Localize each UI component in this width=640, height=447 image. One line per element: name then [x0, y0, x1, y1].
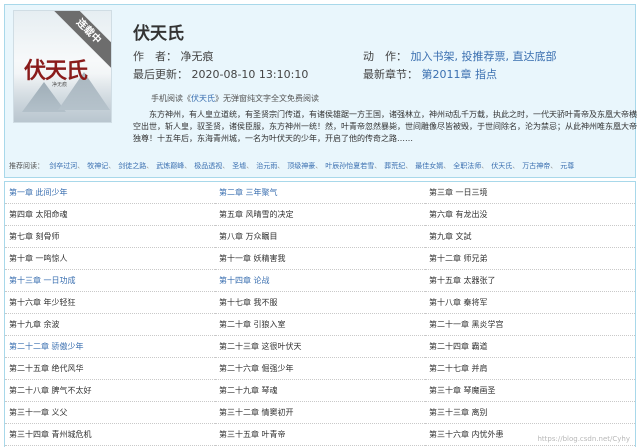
read-prefix: 手机阅读《	[151, 94, 191, 103]
recommend-separator: 、	[108, 162, 116, 170]
chapter-link[interactable]: 第六章 有龙出没	[425, 204, 635, 226]
recommend-link[interactable]: 剑徒之路	[118, 162, 146, 170]
read-title-link[interactable]: 伏天氏	[191, 94, 215, 103]
read-suffix: 无弹窗纯文字全文免费阅读	[223, 94, 319, 103]
chapter-link[interactable]: 第十九章 余波	[5, 314, 215, 336]
recommend-separator: 、	[184, 162, 192, 170]
chapter-link[interactable]: 第十七章 我不服	[215, 292, 425, 314]
recommend-separator: 、	[222, 162, 230, 170]
chapter-link[interactable]: 第三十三章 离别	[425, 402, 635, 424]
recommend-label: 推荐阅读：	[9, 162, 44, 170]
recommend-separator: 、	[481, 162, 489, 170]
chapter-list-panel: 第一章 此间少年 第二章 三年聚气 第三章 一日三境第四章 太阳命魂 第五章 风晴雪的…	[4, 181, 636, 447]
recommend-separator: 、	[443, 162, 451, 170]
recommend-link[interactable]: 牧神记	[87, 162, 108, 170]
chapter-link[interactable]: 第十二章 师兄弟	[425, 248, 635, 270]
recommend-link[interactable]: 伏天氏	[491, 162, 512, 170]
book-cover-image[interactable]: 伏天氏 净无痕 连载中	[13, 10, 112, 123]
recommend-link[interactable]: 叶辰孙怡夏若雪	[325, 162, 374, 170]
book-title: 伏天氏	[133, 24, 184, 44]
author-label: 作 者：	[133, 50, 177, 63]
book-intro: 东方神州，有人皇立道统，有圣贤宗门传道，有诸侯雄踞一方王国，诸强林立，神州动乱千…	[133, 110, 637, 143]
recommend-link[interactable]: 治元雨	[256, 162, 277, 170]
chapter-link[interactable]: 第二十九章 琴魂	[215, 380, 425, 402]
latest-label: 最新章节：	[363, 68, 418, 81]
recommend-separator: 、	[277, 162, 285, 170]
recommend-link[interactable]: 葬荒纪	[384, 162, 405, 170]
chapter-link[interactable]: 第三章 一日三境	[425, 182, 635, 204]
recommend-separator: 、	[374, 162, 382, 170]
action-label: 动 作：	[363, 50, 407, 63]
chapter-link[interactable]: 第二十四章 霸道	[425, 336, 635, 358]
recommend-link[interactable]: 最佳女婿	[415, 162, 443, 170]
recommend-link[interactable]: 全职法师	[453, 162, 481, 170]
recommend-separator: 、	[512, 162, 520, 170]
chapter-link[interactable]: 第十一章 妖精害我	[215, 248, 425, 270]
chapter-link[interactable]: 第三十二章 情窦初开	[215, 402, 425, 424]
chapter-link[interactable]: 第三十四章 青州城危机	[5, 424, 215, 446]
recommend-link[interactable]: 极品透视	[194, 162, 222, 170]
mobile-read-line: 手机阅读《伏天氏》无弹窗纯文字全文免费阅读	[151, 93, 319, 104]
chapter-link[interactable]: 第一章 此间少年	[5, 182, 215, 204]
chapter-link[interactable]: 第十章 一鸣惊人	[5, 248, 215, 270]
chapter-link[interactable]: 第五章 风晴雪的决定	[215, 204, 425, 226]
update-time: 2020-08-10 13:10:10	[191, 68, 309, 81]
recommend-separator: 、	[77, 162, 85, 170]
chapter-link[interactable]: 第二十章 引狼入室	[215, 314, 425, 336]
latest-chapter-row: 最新章节： 第2011章 指点	[363, 66, 497, 82]
recommend-separator: 、	[315, 162, 323, 170]
recommend-separator: 、	[246, 162, 254, 170]
author-name: 净无痕	[180, 50, 214, 63]
latest-chapter-link[interactable]: 第2011章 指点	[422, 68, 498, 81]
chapter-link[interactable]: 第三十五章 叶青帝	[215, 424, 425, 446]
watermark: https://blog.csdn.net/Cyhy	[537, 435, 631, 443]
chapter-link[interactable]: 第二十六章 倔强少年	[215, 358, 425, 380]
recommend-separator: 、	[550, 162, 558, 170]
recommend-separator: 、	[405, 162, 413, 170]
chapter-link[interactable]: 第十四章 论战	[215, 270, 425, 292]
recommend-link[interactable]: 圣墟	[232, 162, 246, 170]
recommend-link[interactable]: 顶级神豪	[287, 162, 315, 170]
chapter-link[interactable]: 第四章 太阳命魂	[5, 204, 215, 226]
read-close-quote: 》	[215, 94, 223, 103]
chapter-link[interactable]: 第二十八章 脾气不太好	[5, 380, 215, 402]
recommend-row: 推荐阅读： 剑卒过河、 牧神记、 剑徒之路、 武炼巅峰、 极品透视、 圣墟、 治元雨、 顶级神…	[9, 161, 633, 171]
chapter-link[interactable]: 第二十五章 绝代风华	[5, 358, 215, 380]
chapter-link[interactable]: 第十六章 年少轻狂	[5, 292, 215, 314]
recommend-separator: 、	[146, 162, 154, 170]
chapter-link[interactable]: 第十三章 一日功成	[5, 270, 215, 292]
last-update-row: 最后更新： 2020-08-10 13:10:10	[133, 66, 308, 82]
chapter-link[interactable]: 第二章 三年聚气	[215, 182, 425, 204]
chapter-link[interactable]: 第九章 文試	[425, 226, 635, 248]
cover-author: 净无痕	[52, 82, 68, 88]
go-to-bottom-link[interactable]: 直达底部	[513, 50, 557, 63]
chapter-link[interactable]: 第三十章 琴魔画圣	[425, 380, 635, 402]
chapter-link[interactable]: 第十五章 太器张了	[425, 270, 635, 292]
author-row: 作 者： 净无痕	[133, 48, 214, 64]
recommend-link[interactable]: 万古神帝	[522, 162, 550, 170]
action-row: 动 作： 加入书架, 投推荐票, 直达底部	[363, 50, 557, 63]
chapter-link[interactable]: 第十八章 秦将军	[425, 292, 635, 314]
chapter-link[interactable]: 第二十三章 这很叶伏天	[215, 336, 425, 358]
recommend-link[interactable]: 武炼巅峰	[156, 162, 184, 170]
chapter-link[interactable]: 第二十二章 骄傲少年	[5, 336, 215, 358]
chapter-link[interactable]: 第七章 刻骨师	[5, 226, 215, 248]
recommend-link[interactable]: 元尊	[560, 162, 574, 170]
book-info-panel: 伏天氏 净无痕 连载中 伏天氏 作 者： 净无痕 动 作： 加入书架, 投推荐票…	[4, 4, 637, 178]
chapter-link[interactable]: 第二十七章 并肩	[425, 358, 635, 380]
recommend-link[interactable]: 剑卒过河	[49, 162, 77, 170]
chapter-link[interactable]: 第三十一章 义父	[5, 402, 215, 424]
chapter-link[interactable]: 第八章 万众瞩目	[215, 226, 425, 248]
update-label: 最后更新：	[133, 68, 188, 81]
chapter-grid: 第一章 此间少年 第二章 三年聚气 第三章 一日三境第四章 太阳命魂 第五章 风晴雪的…	[5, 182, 635, 447]
chapter-link[interactable]: 第二十一章 黑炎学宫	[425, 314, 635, 336]
add-to-shelf-link[interactable]: 加入书架	[411, 50, 455, 63]
vote-recommend-link[interactable]: 投推荐票	[462, 50, 506, 63]
